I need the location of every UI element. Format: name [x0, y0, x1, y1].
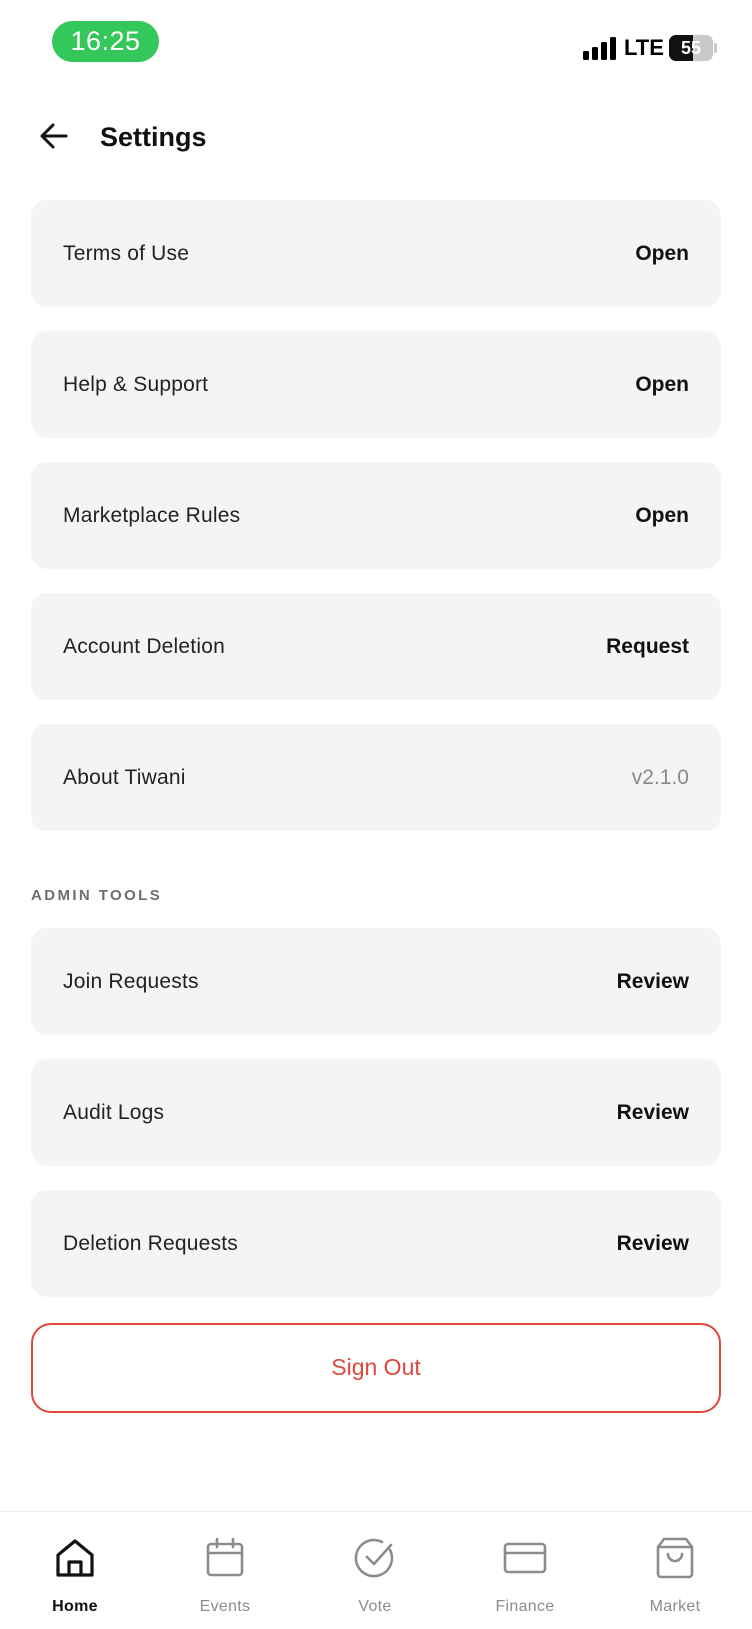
- home-icon: [51, 1534, 99, 1582]
- settings-screen: 16:25 LTE 55 Settings Terms of Use Open …: [0, 0, 752, 1629]
- bottom-nav: Home Events Vote Finance Market: [0, 1511, 752, 1629]
- nav-label: Finance: [495, 1598, 555, 1615]
- credit-card-icon: [501, 1534, 549, 1582]
- row-label: Audit Logs: [63, 1100, 165, 1124]
- nav-label: Market: [649, 1598, 701, 1615]
- row-label: Marketplace Rules: [63, 503, 241, 527]
- review-button[interactable]: Review: [617, 970, 689, 994]
- settings-row-marketplace-rules[interactable]: Marketplace Rules Open: [31, 462, 721, 569]
- status-time: 16:25: [52, 21, 159, 62]
- row-label: Deletion Requests: [63, 1231, 238, 1255]
- header: Settings: [0, 100, 752, 176]
- nav-label: Events: [199, 1598, 251, 1615]
- settings-row-terms[interactable]: Terms of Use Open: [31, 200, 721, 307]
- nav-label: Home: [52, 1598, 98, 1615]
- battery-cap: [714, 43, 717, 53]
- nav-item-events[interactable]: Events: [150, 1512, 300, 1629]
- sign-out-button[interactable]: Sign Out: [31, 1323, 721, 1413]
- row-label: Help & Support: [63, 372, 209, 396]
- settings-row-help[interactable]: Help & Support Open: [31, 331, 721, 438]
- nav-item-market[interactable]: Market: [600, 1512, 750, 1629]
- nav-label: Vote: [358, 1598, 392, 1615]
- arrow-left-icon[interactable]: [36, 118, 72, 154]
- review-button[interactable]: Review: [617, 1101, 689, 1125]
- settings-row-about[interactable]: About Tiwani v2.1.0: [31, 724, 721, 831]
- app-version: v2.1.0: [631, 765, 689, 789]
- settings-row-account-deletion[interactable]: Account Deletion Request: [31, 593, 721, 700]
- nav-item-vote[interactable]: Vote: [300, 1512, 450, 1629]
- check-circle-icon: [351, 1534, 399, 1582]
- signal-bars-icon: [583, 36, 617, 60]
- section-heading-admin-tools: ADMIN TOOLS: [31, 887, 163, 904]
- nav-item-home[interactable]: Home: [0, 1512, 150, 1629]
- row-label: Terms of Use: [63, 241, 190, 265]
- open-button[interactable]: Open: [635, 504, 689, 528]
- row-label: Account Deletion: [63, 634, 225, 658]
- shopping-bag-icon: [651, 1534, 699, 1582]
- admin-row-join-requests[interactable]: Join Requests Review: [31, 928, 721, 1035]
- battery-icon: 55: [669, 35, 713, 61]
- calendar-icon: [201, 1534, 249, 1582]
- open-button[interactable]: Open: [635, 373, 689, 397]
- row-label: About Tiwani: [63, 765, 186, 789]
- request-button[interactable]: Request: [606, 635, 689, 659]
- battery-level: 55: [680, 38, 702, 58]
- admin-row-audit-logs[interactable]: Audit Logs Review: [31, 1059, 721, 1166]
- review-button[interactable]: Review: [617, 1232, 689, 1256]
- status-bar: 16:25 LTE 55: [0, 0, 752, 84]
- open-button[interactable]: Open: [635, 242, 689, 266]
- page-title: Settings: [100, 122, 207, 152]
- network-type: LTE: [624, 35, 664, 60]
- admin-row-deletion-requests[interactable]: Deletion Requests Review: [31, 1190, 721, 1297]
- nav-item-finance[interactable]: Finance: [450, 1512, 600, 1629]
- row-label: Join Requests: [63, 969, 199, 993]
